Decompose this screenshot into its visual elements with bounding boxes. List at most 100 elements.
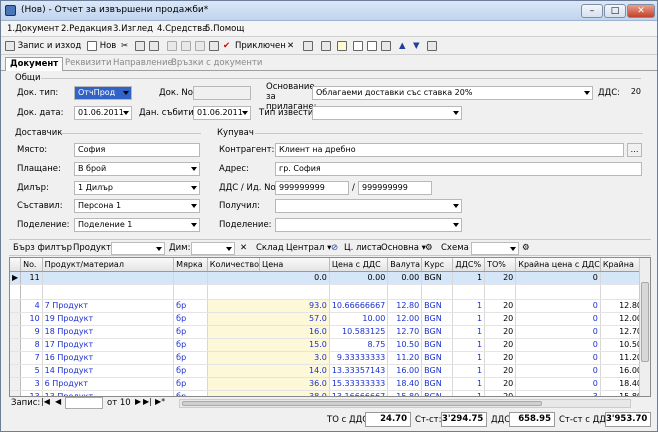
id-no-field[interactable]: 999999999 [358, 181, 432, 195]
col-header[interactable]: Валута [387, 258, 423, 272]
col-header[interactable]: ДДС% [452, 258, 486, 272]
cell-qty[interactable]: 16.0 [207, 325, 330, 339]
cell-product[interactable]: 19 Продукт [42, 312, 175, 326]
table-row[interactable]: 10 19 Продукт бр 57.0 10.00 12.00 BGN 1 20 0 12.00 [10, 312, 650, 326]
move-up-icon[interactable]: ▲ [399, 40, 406, 53]
cell-unit[interactable]: бр [173, 351, 208, 365]
cell-price[interactable]: 10.00 [329, 312, 389, 326]
cart-icon[interactable] [381, 40, 391, 53]
receiver-select[interactable] [275, 199, 462, 213]
scheme-select[interactable] [471, 242, 519, 255]
col-header[interactable]: ТО% [484, 258, 517, 272]
notice-type-select[interactable] [312, 106, 462, 120]
cell-final[interactable]: 12.00 [600, 312, 646, 326]
print-icon[interactable] [167, 40, 177, 53]
cell-price[interactable]: 13.33357143 [329, 364, 389, 378]
cell-qty[interactable]: 3.0 [207, 351, 330, 365]
horizontal-scrollbar[interactable] [179, 399, 631, 408]
confirmed-label[interactable]: Приключен [235, 40, 286, 53]
cell-qty[interactable]: 38.0 [207, 390, 330, 396]
cell-to[interactable]: 0 [515, 312, 601, 326]
last-record-button[interactable]: ▶| [143, 397, 152, 406]
cell-to[interactable]: 0 [515, 299, 601, 313]
save-close-button[interactable]: Запис и изход [5, 40, 81, 53]
author-select[interactable]: Персона 1 [74, 199, 200, 213]
first-record-button[interactable]: |◀ [41, 397, 50, 406]
cell-rate[interactable]: 1 [452, 312, 486, 326]
table-row[interactable]: 47 Продукт бр 93.0 10.66666667 12.80 BGN 1 20 0 1… [10, 299, 650, 313]
move-down-icon[interactable]: ▼ [413, 40, 420, 53]
scheme-settings-icon[interactable]: ⚙ [522, 243, 530, 253]
cell-price-vat[interactable]: 18.40 [387, 377, 423, 391]
cell-to[interactable]: 0 [515, 338, 601, 352]
table-row[interactable]: 36 Продукт бр 36.0 15.33333333 18.40 BGN 1 20 0 1… [10, 377, 650, 391]
maximize-button[interactable]: □ [604, 4, 626, 18]
cell-vat[interactable]: 20 [484, 338, 517, 352]
cell-qty[interactable]: 0.0 [207, 271, 330, 285]
cell-price-vat[interactable]: 12.80 [387, 299, 423, 313]
col-header[interactable]: Продукт/материал [42, 258, 175, 272]
cell-vat[interactable]: 20 [484, 312, 517, 326]
help-icon[interactable] [427, 40, 437, 53]
new-button[interactable]: Нов [87, 40, 116, 53]
cell-qty[interactable]: 93.0 [207, 299, 330, 313]
cell-rate[interactable]: 1 [452, 390, 486, 396]
cell-price-vat[interactable]: 12.00 [387, 312, 423, 326]
contractor-field[interactable]: Клиент на дребно [275, 143, 624, 157]
cell-no[interactable]: 10 [20, 312, 43, 326]
cell-unit[interactable]: бр [173, 364, 208, 378]
cell-vat[interactable]: 20 [484, 351, 517, 365]
doc-no-field[interactable] [193, 86, 251, 100]
cell-product[interactable]: 7 Продукт [42, 299, 175, 313]
cell-currency[interactable]: BGN [421, 299, 454, 313]
cell-vat[interactable]: 20 [484, 299, 517, 313]
refresh-icon[interactable] [303, 40, 313, 53]
pricelist-settings-icon[interactable]: ⚙ [425, 243, 433, 253]
vat-no-field[interactable]: 999999999 [275, 181, 349, 195]
cell-price[interactable]: 8.75 [329, 338, 389, 352]
table-row[interactable]: 13 13 Продукт бр 38.0 13.16666667 15.80 BGN 1 20… [10, 390, 650, 396]
add-row-icon[interactable] [337, 40, 347, 53]
table-row-current[interactable]: ▶ 11 0.0 0.00 0.00 BGN 1 20 0 [10, 271, 650, 285]
cell-vat[interactable]: 20 [484, 271, 517, 285]
minimize-button[interactable]: – [581, 4, 603, 18]
cell-rate[interactable]: 1 [452, 364, 486, 378]
col-header[interactable]: No. [20, 258, 43, 272]
basis-select[interactable]: Облагаеми доставки със ставка 20% [312, 86, 593, 100]
cell-qty[interactable]: 36.0 [207, 377, 330, 391]
menu-view[interactable]: 3.Изглед [113, 24, 153, 34]
cut-button[interactable]: ✂ [121, 40, 128, 53]
tab-links[interactable]: Връзки с документи [167, 57, 266, 71]
dim-filter-select[interactable] [191, 242, 235, 255]
cell-price-vat[interactable]: 11.20 [387, 351, 423, 365]
cell-price[interactable]: 13.16666667 [329, 390, 389, 396]
cell-rate[interactable]: 1 [452, 338, 486, 352]
cell-no[interactable]: 8 [20, 338, 43, 352]
cell-price-vat[interactable]: 15.80 [387, 390, 423, 396]
cell-price-vat[interactable]: 12.70 [387, 325, 423, 339]
cell-qty[interactable]: 14.0 [207, 364, 330, 378]
cell-rate[interactable]: 1 [452, 271, 486, 285]
cell-unit[interactable]: бр [173, 299, 208, 313]
cell-currency[interactable]: BGN [421, 325, 454, 339]
cell-to[interactable]: 0 [515, 325, 601, 339]
cell-rate[interactable]: 1 [452, 377, 486, 391]
record-number-field[interactable] [65, 397, 103, 409]
cell-price[interactable]: 15.33333333 [329, 377, 389, 391]
cell-unit[interactable]: бр [173, 312, 208, 326]
cell-no[interactable]: 5 [20, 364, 43, 378]
cell-unit[interactable]: бр [173, 377, 208, 391]
cell-no[interactable]: 4 [20, 299, 43, 313]
buyer-division-select[interactable] [275, 218, 462, 232]
cell-rate[interactable]: 1 [452, 299, 486, 313]
prev-record-button[interactable]: ◀ [55, 397, 61, 406]
cell-vat[interactable]: 20 [484, 364, 517, 378]
place-field[interactable]: София [74, 143, 200, 157]
preview-icon[interactable] [181, 40, 191, 53]
cell-unit[interactable]: бр [173, 390, 208, 396]
contractor-browse-button[interactable]: … [627, 143, 642, 157]
table-row[interactable]: 7 16 Продукт бр 3.0 9.33333333 11.20 BGN 1 20 0 11… [10, 351, 650, 365]
cancel-x-icon[interactable]: ✕ [287, 40, 294, 53]
cell-price-vat[interactable]: 10.50 [387, 338, 423, 352]
col-header[interactable]: Количество [207, 258, 261, 272]
